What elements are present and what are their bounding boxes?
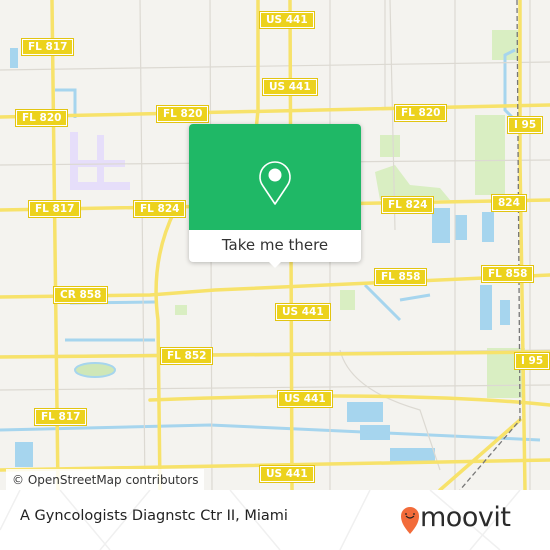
popup-header [189,124,361,230]
map-attribution[interactable]: © OpenStreetMap contributors [6,469,205,490]
road-shield: FL 817 [27,200,82,218]
map[interactable]: FL 817 US 441 FL 820 FL 820 US 441 FL 82… [0,0,550,490]
place-name: A Gyncologists Diagnstc Ctr II, Miami [20,508,288,524]
road-shield: I 95 [513,352,550,370]
road-shield: 824 [491,194,527,212]
road-shield: FL 852 [159,347,214,365]
moovit-pin-icon [401,507,419,534]
road-shield: FL 820 [14,109,69,127]
road-shield: US 441 [259,465,315,483]
railway [459,0,521,490]
take-me-there-button[interactable]: Take me there [189,230,361,262]
airport [70,132,130,190]
road-shield: US 441 [262,78,318,96]
road-shield: FL 817 [33,408,88,426]
road-shield: CR 858 [52,286,109,304]
road-shield: FL 824 [380,196,435,214]
moovit-wordmark: moovit [420,502,511,533]
road-shield: US 441 [277,390,333,408]
road-shield: FL 820 [155,105,210,123]
destination-popup: Take me there [189,124,361,268]
footer: A Gyncologists Diagnstc Ctr II, Miami mo… [0,490,550,550]
road-shield: FL 858 [373,268,428,286]
road-shield: FL 820 [393,104,448,122]
road-shield: US 441 [259,11,315,29]
road-shield: FL 858 [480,265,535,283]
road-shield: FL 824 [132,200,187,218]
map-pin-icon [259,161,291,205]
road-shield: FL 817 [20,38,75,56]
popup-tail [267,260,283,268]
road-shield: I 95 [506,116,544,134]
road-shield: US 441 [275,303,331,321]
